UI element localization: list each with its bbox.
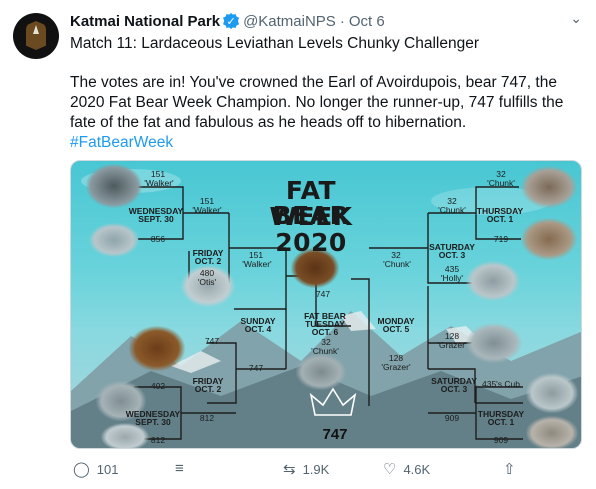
bracket-label: OCT. 4 — [244, 324, 272, 334]
bracket-label: OCT. 5 — [382, 324, 410, 334]
author-handle[interactable]: @KatmaiNPS — [243, 13, 336, 30]
avatar[interactable] — [13, 13, 59, 59]
bracket-label: 'Chunk' — [311, 346, 339, 356]
champion-number: 747 — [322, 426, 348, 443]
retweet-count: 1.9K — [302, 461, 330, 477]
heart-icon: ♡ — [383, 461, 397, 478]
tweet-body-line: The votes are in! You've crowned the Ear… — [70, 74, 557, 91]
bracket-label: 856 — [150, 234, 166, 244]
bracket-label: 'Walker' — [192, 205, 222, 215]
bracket-label: OCT. 3 — [438, 250, 466, 260]
verified-badge-icon: ✓ — [223, 13, 240, 29]
bracket-label: 'Walker' — [144, 178, 174, 188]
bear-photo — [296, 354, 346, 390]
bracket-label: 'Chunk' — [487, 178, 515, 188]
chevron-down-icon[interactable]: ⌄ — [570, 10, 582, 27]
hashtag-link[interactable]: #FatBearWeek — [70, 133, 173, 153]
bracket-label: 719 — [493, 234, 509, 244]
bracket-label: 'Chunk' — [438, 205, 466, 215]
bracket-label: 747 — [204, 336, 220, 346]
bracket-label: OCT. 1 — [487, 417, 515, 427]
bear-photo — [526, 416, 578, 448]
bear-photo — [129, 326, 185, 371]
bracket-label: OCT. 2 — [194, 384, 222, 394]
bear-photo — [521, 166, 577, 208]
bracket-label: 747 — [315, 289, 331, 299]
like-count: 4.6K — [403, 461, 431, 477]
share-button[interactable]: ⇧ — [503, 460, 516, 478]
bear-photo — [89, 223, 139, 257]
bracket-label: 909 — [444, 413, 460, 423]
tweet-actions: ◯ 101 ≡ ⇆ 1.9K ♡ 4.6K ⇧ — [70, 460, 582, 480]
separator: · — [339, 12, 345, 30]
bracket-label: OCT. 1 — [486, 214, 514, 224]
tweet-body-line: 2020 Fat Bear Week Champion. No longer t… — [70, 94, 564, 111]
tweet-subtitle: Match 11: Lardaceous Leviathan Levels Ch… — [70, 35, 479, 52]
retweet-icon: ⇆ — [283, 461, 296, 478]
bracket-label: 812 — [199, 413, 215, 423]
bracket-label: SEPT. 30 — [138, 214, 174, 224]
bear-photo — [521, 218, 577, 260]
bracket-label: 812 — [150, 435, 166, 445]
bear-photo — [466, 323, 522, 363]
bracket-label: OCT. 6 — [311, 327, 339, 337]
bracket-label: 'Walker' — [242, 259, 272, 269]
bracket-label: OCT. 3 — [440, 384, 468, 394]
bracket-label: 435's Cub — [481, 379, 520, 389]
bracket-label: OCT. 2 — [194, 256, 222, 266]
bracket-label: 909 — [493, 435, 509, 445]
bracket-title-line: WEEK — [269, 202, 353, 231]
bear-photo — [526, 373, 578, 413]
bracket-label: SEPT. 30 — [135, 417, 171, 427]
bracket-label: 402 — [150, 381, 166, 391]
bracket-label: 747 — [248, 363, 264, 373]
reply-button[interactable]: ◯ 101 — [73, 460, 119, 478]
bear-photo — [466, 261, 520, 301]
bracket-label: 'Chunk' — [383, 259, 411, 269]
upload-icon: ⇧ — [503, 461, 516, 478]
reply-icon: ◯ — [73, 461, 90, 478]
bracket-label: 'Grazer' — [381, 362, 411, 372]
bracket-image[interactable]: FAT BEAR WEEK 2020 151 'Walker' WEDNESDA… — [70, 160, 582, 449]
stack-icon: ≡ — [175, 460, 184, 477]
bracket-label: 'Holly' — [440, 273, 464, 283]
bracket-label: 'Otis' — [197, 277, 217, 287]
bear-photo — [86, 164, 142, 208]
bracket-label: 'Grazer' — [437, 340, 467, 350]
reply-count: 101 — [96, 461, 119, 477]
tweet-header: Katmai National Park ✓ @KatmaiNPS · Oct … — [70, 11, 582, 31]
author-name[interactable]: Katmai National Park — [70, 13, 220, 30]
stack-button[interactable]: ≡ — [175, 460, 184, 477]
like-button[interactable]: ♡ 4.6K — [383, 460, 430, 478]
tweet-date[interactable]: Oct 6 — [349, 13, 385, 30]
tweet-body-line: fate of the fat and fabulous as he heads… — [70, 114, 467, 131]
retweet-button[interactable]: ⇆ 1.9K — [283, 460, 329, 478]
